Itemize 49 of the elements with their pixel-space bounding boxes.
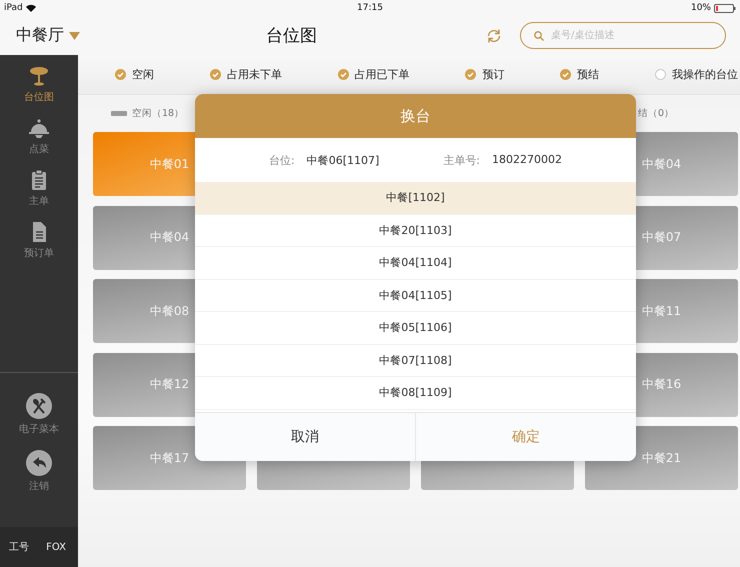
filter-label[interactable]: 空闲 xyxy=(132,67,154,82)
search-icon xyxy=(534,31,544,41)
checked-icon[interactable] xyxy=(115,69,126,80)
clock-time: 17:15 xyxy=(357,3,383,13)
table-option[interactable]: 中餐20[1103] xyxy=(195,214,636,247)
checked-icon[interactable] xyxy=(210,69,221,80)
info-value: 中餐06[1107] xyxy=(306,152,380,168)
staff-label: 工号 xyxy=(9,541,29,554)
sidebar-item[interactable]: 注销 xyxy=(0,450,78,493)
cloche-icon xyxy=(28,117,50,139)
dialog-title: 换台 xyxy=(195,94,636,138)
refresh-icon[interactable] xyxy=(486,28,502,44)
sidebar-item[interactable]: 电子菜本 xyxy=(0,393,78,436)
table-option[interactable]: 中餐[1102] xyxy=(195,182,636,214)
filter-label[interactable]: 预结 xyxy=(577,67,600,82)
wifi-icon xyxy=(26,4,36,12)
table-option[interactable]: 中餐04[1105] xyxy=(195,280,636,312)
legend-label: 空闲（18） xyxy=(132,107,184,120)
filter-label[interactable]: 预订 xyxy=(482,67,504,82)
checked-icon[interactable] xyxy=(338,69,349,80)
legend-label: 结（0） xyxy=(638,107,674,120)
dropdown-triangle-icon[interactable] xyxy=(69,32,80,40)
battery-percent: 10% xyxy=(690,3,711,13)
info-value: 1802270002 xyxy=(492,152,562,168)
table-option[interactable]: 中餐08[1109] xyxy=(195,377,636,410)
area-selector[interactable]: 中餐厅 xyxy=(16,25,64,46)
checked-icon[interactable] xyxy=(560,69,572,80)
table-option[interactable]: 中餐04[1104] xyxy=(195,247,636,280)
filter-label[interactable]: 我操作的台位 xyxy=(672,67,738,82)
confirm-button[interactable]: 确定 xyxy=(415,413,636,461)
filter-label[interactable]: 占用已下单 xyxy=(354,67,410,82)
info-label: 主单号: xyxy=(443,152,480,168)
table-icon xyxy=(28,65,50,87)
device-name: iPad xyxy=(4,3,23,13)
info-label: 台位: xyxy=(268,152,295,168)
unchecked-circle-icon[interactable] xyxy=(654,69,666,80)
table-option[interactable]: 中餐07[1108] xyxy=(195,344,636,377)
staff-name: FOX xyxy=(46,542,66,552)
page-title: 台位图 xyxy=(266,25,318,47)
search-field[interactable]: 桌号/桌位描述 xyxy=(520,22,726,49)
table-option[interactable]: 中餐05[1106] xyxy=(195,312,636,344)
sidebar-item[interactable]: 预订单 xyxy=(0,221,78,260)
sidebar-item[interactable]: 台位图 xyxy=(0,65,78,104)
sidebar-item[interactable]: 点菜 xyxy=(0,117,78,156)
sidebar-item[interactable]: 主单 xyxy=(0,169,78,208)
cutlery-icon xyxy=(26,393,52,419)
checked-icon[interactable] xyxy=(465,69,476,80)
battery-icon xyxy=(714,4,736,12)
filter-label[interactable]: 占用未下单 xyxy=(226,67,282,82)
